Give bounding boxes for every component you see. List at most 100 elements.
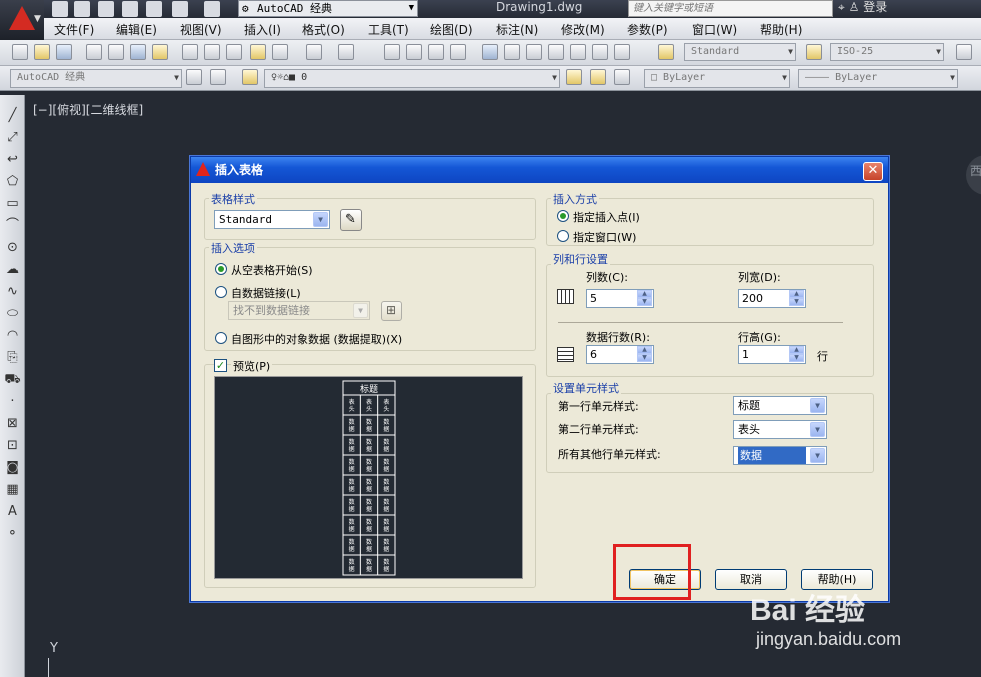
spline-icon[interactable]: ∿: [4, 283, 21, 300]
menu-format[interactable]: 格式(O): [302, 21, 345, 38]
zoom-window-icon[interactable]: [428, 44, 444, 60]
make-block-icon[interactable]: ⛟: [4, 371, 21, 388]
arc-icon[interactable]: ⌒: [4, 217, 21, 234]
copy-icon[interactable]: [204, 44, 220, 60]
dim-style-select[interactable]: ISO-25 ▼: [830, 43, 944, 61]
layer-previous-icon[interactable]: [590, 69, 606, 85]
plot-icon[interactable]: [86, 44, 102, 60]
redo-icon[interactable]: [204, 1, 220, 17]
layer-state-icon[interactable]: [614, 69, 630, 85]
close-button[interactable]: ✕: [863, 162, 883, 181]
color-select[interactable]: □ ByLayer ▼: [644, 69, 790, 88]
radio-specify-insertion-point[interactable]: [557, 210, 569, 222]
first-row-style-select[interactable]: 标题 ▼: [733, 396, 827, 415]
linetype-select[interactable]: ———— ByLayer ▼: [798, 69, 958, 88]
open-icon[interactable]: [74, 1, 90, 17]
spin-down-icon[interactable]: ▼: [637, 298, 652, 306]
layer-select[interactable]: ♀☼⌂■ 0 ▼: [264, 69, 560, 88]
zoom-previous-icon[interactable]: [450, 44, 466, 60]
hatch-icon[interactable]: ⊠: [4, 415, 21, 432]
columns-input[interactable]: 5 ▲ ▼: [586, 289, 654, 308]
app-menu-button[interactable]: ▼: [0, 0, 44, 40]
tool-palettes-icon[interactable]: [526, 44, 542, 60]
row-height-input[interactable]: 1 ▲ ▼: [738, 345, 806, 364]
menu-draw[interactable]: 绘图(D): [430, 21, 473, 38]
binoculars-icon[interactable]: ⌖: [838, 0, 845, 14]
point-icon[interactable]: ·: [4, 393, 21, 410]
pan-icon[interactable]: [384, 44, 400, 60]
print-icon[interactable]: [146, 1, 162, 17]
menu-edit[interactable]: 编辑(E): [116, 21, 157, 38]
construction-line-icon[interactable]: ⤢: [4, 129, 21, 146]
3d-print-icon[interactable]: [152, 44, 168, 60]
help-icon[interactable]: [614, 44, 630, 60]
workspace-switcher[interactable]: ⚙ AutoCAD 经典 ▼: [238, 0, 418, 17]
spin-up-icon[interactable]: ▲: [637, 346, 652, 354]
menu-dimension[interactable]: 标注(N): [496, 21, 538, 38]
spin-up-icon[interactable]: ▲: [637, 290, 652, 298]
add-selected-icon[interactable]: ⚬: [4, 525, 21, 542]
properties-icon[interactable]: [482, 44, 498, 60]
match-properties-icon[interactable]: [250, 44, 266, 60]
preview-checkbox[interactable]: ✓: [214, 359, 227, 372]
cut-icon[interactable]: [182, 44, 198, 60]
circle-icon[interactable]: ⊙: [4, 239, 21, 256]
table-style-select[interactable]: Standard ▼: [214, 210, 330, 229]
save-icon[interactable]: [98, 1, 114, 17]
search-input[interactable]: 键入关键字或短语: [628, 0, 833, 17]
publish-icon[interactable]: [130, 44, 146, 60]
block-editor-icon[interactable]: [272, 44, 288, 60]
radio-empty-table-label[interactable]: 从空表格开始(S): [231, 262, 313, 278]
text-style-icon[interactable]: [658, 44, 674, 60]
line-icon[interactable]: ╱: [4, 107, 21, 124]
calculator-icon[interactable]: [592, 44, 608, 60]
undo-icon[interactable]: [172, 1, 188, 17]
new-icon[interactable]: [12, 44, 28, 60]
menu-insert[interactable]: 插入(I): [244, 21, 281, 38]
redo-icon[interactable]: [338, 44, 354, 60]
make-current-layer-icon[interactable]: [566, 69, 582, 85]
radio-from-object-data-label[interactable]: 自图形中的对象数据 (数据提取)(X): [231, 331, 402, 347]
spin-up-icon[interactable]: ▲: [789, 346, 804, 354]
preview-checkbox-label[interactable]: 预览(P): [231, 358, 273, 374]
multiline-text-icon[interactable]: A: [4, 503, 21, 520]
markup-icon[interactable]: [570, 44, 586, 60]
radio-specify-window[interactable]: [557, 230, 569, 242]
menu-view[interactable]: 视图(V): [180, 21, 222, 38]
radio-empty-table[interactable]: [215, 263, 227, 275]
spin-down-icon[interactable]: ▼: [637, 354, 652, 362]
second-row-style-select[interactable]: 表头 ▼: [733, 420, 827, 439]
viewport-label[interactable]: [−][俯视][二维线框]: [33, 101, 143, 118]
polygon-icon[interactable]: ⬠: [4, 173, 21, 190]
radio-specify-insertion-point-label[interactable]: 指定插入点(I): [573, 209, 640, 225]
preview-icon[interactable]: [108, 44, 124, 60]
table-style-icon[interactable]: [956, 44, 972, 60]
data-rows-input[interactable]: 6 ▲ ▼: [586, 345, 654, 364]
text-style-select[interactable]: Standard ▼: [684, 43, 796, 61]
saveas-icon[interactable]: [122, 1, 138, 17]
zoom-realtime-icon[interactable]: [406, 44, 422, 60]
viewcube[interactable]: 西: [966, 155, 981, 195]
login-area[interactable]: ⌖ ♙ 登录: [838, 0, 887, 15]
table-icon[interactable]: ▦: [4, 481, 21, 498]
layer-manager-icon[interactable]: [242, 69, 258, 85]
ellipse-arc-icon[interactable]: ◠: [4, 327, 21, 344]
new-icon[interactable]: [52, 1, 68, 17]
gear-icon[interactable]: [186, 69, 202, 85]
other-rows-style-select[interactable]: 数据 ▼: [733, 446, 827, 465]
design-center-icon[interactable]: [504, 44, 520, 60]
column-width-input[interactable]: 200 ▲ ▼: [738, 289, 806, 308]
radio-from-data-link[interactable]: [215, 286, 227, 298]
menu-file[interactable]: 文件(F): [54, 21, 94, 38]
dim-style-icon[interactable]: [806, 44, 822, 60]
dialog-title-bar[interactable]: 插入表格: [191, 157, 888, 183]
rectangle-icon[interactable]: ▭: [4, 195, 21, 212]
login-link[interactable]: 登录: [863, 0, 887, 14]
undo-icon[interactable]: [306, 44, 322, 60]
menu-help[interactable]: 帮助(H): [760, 21, 802, 38]
paste-icon[interactable]: [226, 44, 242, 60]
workspace-settings-icon[interactable]: [210, 69, 226, 85]
insert-block-icon[interactable]: ⎘: [4, 349, 21, 366]
radio-specify-window-label[interactable]: 指定窗口(W): [573, 229, 636, 245]
table-style-dialog-button[interactable]: ✎: [340, 209, 362, 231]
